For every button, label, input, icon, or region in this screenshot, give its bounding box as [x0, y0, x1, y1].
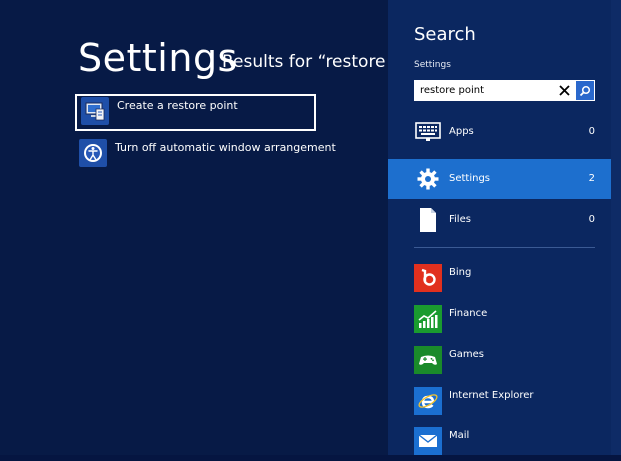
internet-explorer-icon [414, 387, 442, 415]
app-label: Bing [449, 267, 472, 278]
category-count: 2 [588, 173, 595, 184]
category-files[interactable]: Files 0 [388, 200, 611, 240]
category-label: Settings [449, 173, 491, 184]
app-label: Finance [449, 308, 488, 319]
category-count: 0 [588, 214, 595, 225]
app-label: Internet Explorer [449, 390, 534, 401]
search-scope-label: Settings [414, 60, 451, 70]
bing-icon [414, 264, 442, 292]
finance-icon [414, 305, 442, 333]
search-input[interactable] [415, 81, 553, 100]
app-label: Games [449, 349, 484, 360]
results-area: Settings Results for “restore pc Create … [0, 0, 388, 455]
app-internet-explorer[interactable]: Internet Explorer [388, 381, 611, 421]
app-label: Mail [449, 430, 470, 441]
category-apps[interactable]: Apps 0 [388, 112, 611, 152]
search-icon [579, 85, 591, 96]
result-label: Turn off automatic window arrangement [115, 141, 336, 154]
system-protection-icon [81, 97, 109, 125]
results-subtitle: Results for “restore pc [222, 52, 388, 72]
ease-of-access-icon [79, 139, 107, 167]
app-games[interactable]: Games [388, 340, 611, 380]
gear-icon [414, 165, 442, 193]
close-icon [558, 85, 570, 96]
category-label: Apps [449, 126, 474, 137]
app-mail[interactable]: Mail [388, 421, 611, 461]
category-count: 0 [588, 126, 595, 137]
app-bing[interactable]: Bing [388, 258, 611, 298]
games-icon [414, 346, 442, 374]
apps-icon [414, 118, 442, 146]
search-box [414, 80, 577, 101]
page-title: Settings [78, 36, 238, 80]
file-icon [414, 206, 442, 234]
app-finance[interactable]: Finance [388, 299, 611, 339]
search-pane-title: Search [414, 24, 476, 45]
result-label: Create a restore point [117, 99, 238, 112]
category-settings[interactable]: Settings 2 [388, 159, 611, 199]
scrollbar[interactable] [611, 0, 621, 455]
divider [414, 247, 595, 248]
mail-icon [414, 427, 442, 455]
clear-search-button[interactable] [556, 82, 572, 99]
result-create-restore-point[interactable]: Create a restore point [75, 94, 316, 131]
category-label: Files [449, 214, 471, 225]
result-turn-off-window-arrangement[interactable]: Turn off automatic window arrangement [75, 138, 336, 172]
search-pane: Search Settings App [388, 0, 621, 455]
search-button[interactable] [575, 80, 595, 101]
